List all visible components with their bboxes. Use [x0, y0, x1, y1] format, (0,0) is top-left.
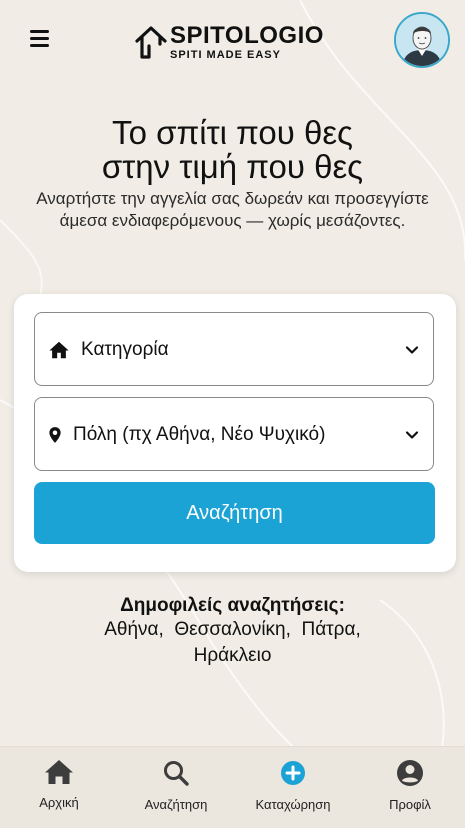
brand-tagline: SPITI MADE EASY — [170, 49, 281, 61]
city-select[interactable]: Πόλη (πχ Αθήνα, Νέο Ψυχικό) — [34, 397, 434, 471]
nav-item-add-listing[interactable]: Καταχώρηση — [238, 759, 348, 813]
user-avatar-icon — [396, 14, 448, 66]
category-select-label: Κατηγορία — [81, 339, 169, 360]
nav-item-home[interactable]: Αρχική — [4, 759, 114, 811]
menu-button[interactable] — [30, 30, 54, 52]
popular-searches: Δημοφιλείς αναζητήσεις: Αθήνα, Θεσσαλονί… — [0, 595, 465, 669]
brand-name: SPITOLOGIO — [170, 22, 324, 49]
search-button[interactable]: Αναζήτηση — [34, 482, 435, 544]
popular-link-heraklion[interactable]: Ηράκλειο — [194, 645, 272, 666]
popular-searches-title: Δημοφιλείς αναζητήσεις: — [120, 595, 345, 616]
category-select[interactable]: Κατηγορία — [34, 312, 434, 386]
nav-item-profile[interactable]: Προφίλ — [355, 759, 465, 813]
nav-label-search: Αναζήτηση — [144, 797, 208, 812]
house-logo-icon — [135, 26, 167, 59]
user-avatar[interactable] — [394, 12, 450, 68]
hero-title-line-1: Το σπίτι που θες — [112, 114, 353, 151]
popular-searches-links: Αθήνα, Θεσσαλονίκη, Πάτρα, Ηράκλειο — [68, 617, 398, 669]
nav-label-add-listing: Καταχώρηση — [255, 797, 331, 812]
popular-link-athens[interactable]: Αθήνα, — [104, 619, 164, 640]
chevron-down-icon — [405, 431, 419, 439]
popular-link-patras[interactable]: Πάτρα, — [301, 619, 360, 640]
search-icon — [164, 761, 189, 786]
hero-subtitle: Αναρτήστε την αγγελία σας δωρεάν και προ… — [36, 189, 429, 230]
search-card: Κατηγορία Πόλη (πχ Αθήνα, Νέο Ψυχικό) Αν… — [14, 294, 456, 572]
brand-logo[interactable]: SPITOLOGIO SPITI MADE EASY — [134, 22, 334, 64]
nav-item-search[interactable]: Αναζήτηση — [121, 759, 231, 813]
profile-icon — [397, 760, 423, 786]
popular-link-thessaloniki[interactable]: Θεσσαλονίκη, — [174, 619, 291, 640]
city-select-label: Πόλη (πχ Αθήνα, Νέο Ψυχικό) — [73, 424, 326, 445]
hero-title-line-2: στην τιμή που θες — [101, 148, 364, 185]
nav-label-home: Αρχική — [39, 795, 79, 810]
bottom-navigation: Αρχική Αναζήτηση Καταχώρηση Προφίλ — [0, 746, 465, 828]
chevron-down-icon — [405, 346, 419, 354]
nav-label-profile: Προφίλ — [389, 797, 431, 812]
home-icon — [49, 341, 69, 359]
home-icon — [45, 760, 73, 784]
app-header: SPITOLOGIO SPITI MADE EASY — [0, 0, 465, 84]
location-pin-icon — [49, 427, 61, 443]
hero-title: Το σπίτι που θες στην τιμή που θες — [0, 116, 465, 184]
add-circle-icon — [281, 761, 305, 785]
hamburger-icon — [30, 30, 49, 33]
